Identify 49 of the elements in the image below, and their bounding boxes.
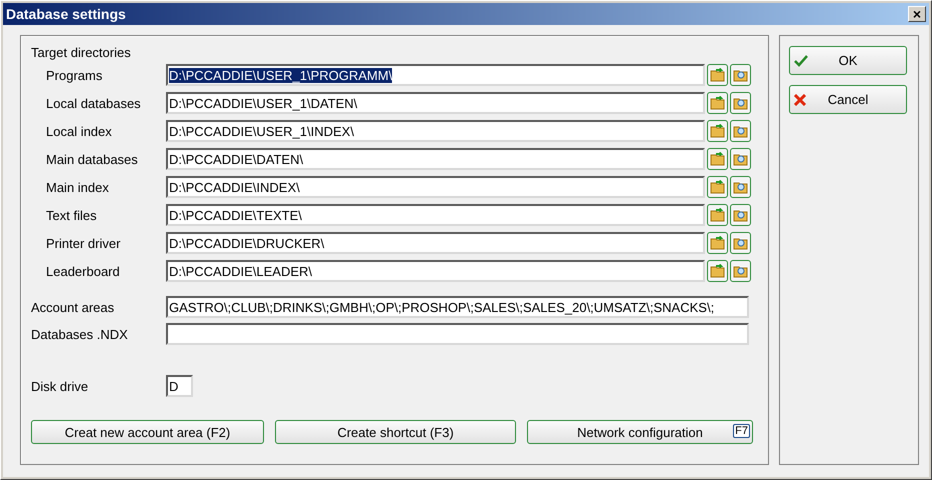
field-label: Main databases [45,152,139,166]
folder-search-icon[interactable] [730,92,751,114]
input-field[interactable]: D:\PCCADDIE\DRUCKER\ [166,232,705,254]
ok-button[interactable]: OK [789,46,907,75]
input-field[interactable]: D:\PCCADDIE\USER_1\INDEX\ [166,120,705,142]
input-field[interactable]: D [166,375,193,397]
close-button[interactable]: × [908,6,926,22]
window-title: Database settings [6,6,126,22]
field-label: Disk drive [31,378,90,394]
folder-search-icon[interactable] [730,148,751,170]
field-label: Leaderboard [45,264,121,278]
input-field[interactable]: D:\PCCADDIE\USER_1\PROGRAMM\ [166,64,705,86]
action-button[interactable]: Creat new account area (F2) [31,420,264,444]
input-field[interactable]: D:\PCCADDIE\TEXTE\ [166,204,705,226]
field-label: Text files [45,208,98,222]
input-field[interactable]: D:\PCCADDIE\LEADER\ [166,260,705,282]
group-title: Target directories [31,45,132,62]
field-label: Local index [45,124,113,138]
field-value: D:\PCCADDIE\USER_1\INDEX\ [169,124,354,138]
close-icon [794,94,806,106]
field-label: Databases .NDX [31,326,129,342]
cancel-button[interactable]: Cancel [789,85,907,114]
shortcut-key: F7 [733,424,750,438]
field-value: D:\PCCADDIE\TEXTE\ [169,208,302,222]
field-value: D:\PCCADDIE\INDEX\ [169,180,300,194]
folder-search-icon[interactable] [730,176,751,198]
input-field[interactable] [166,323,749,345]
input-field[interactable]: D:\PCCADDIE\INDEX\ [166,176,705,198]
field-label: Local databases [45,96,142,110]
folder-search-icon[interactable] [730,260,751,282]
folder-search-icon[interactable] [730,120,751,142]
field-value: D:\PCCADDIE\DATEN\ [169,152,304,166]
input-field[interactable]: D:\PCCADDIE\USER_1\DATEN\ [166,92,705,114]
field-value: D:\PCCADDIE\USER_1\PROGRAMM\ [169,68,392,82]
field-label: Programs [45,68,104,82]
field-label: Printer driver [45,236,122,250]
field-label: Account areas [31,300,116,314]
field-label: Main index [45,180,110,194]
action-button[interactable]: Network configuration F7 [527,420,753,444]
folder-search-icon[interactable] [730,204,751,226]
field-value: D:\PCCADDIE\USER_1\DATEN\ [169,96,358,110]
action-button[interactable]: Create shortcut (F3) [275,420,516,444]
field-value: D:\PCCADDIE\DRUCKER\ [169,236,324,250]
input-field[interactable]: GASTRO\;CLUB\;DRINKS\;GMBH\;OP\;PROSHOP\;SALES\;SALES_20\;UMSATZ\;SNACKS\; [166,296,749,318]
check-icon [794,55,808,67]
folder-search-icon[interactable] [730,64,751,86]
field-value: D:\PCCADDIE\LEADER\ [169,264,312,278]
folder-search-icon[interactable] [730,232,751,254]
input-field[interactable]: D:\PCCADDIE\DATEN\ [166,148,705,170]
